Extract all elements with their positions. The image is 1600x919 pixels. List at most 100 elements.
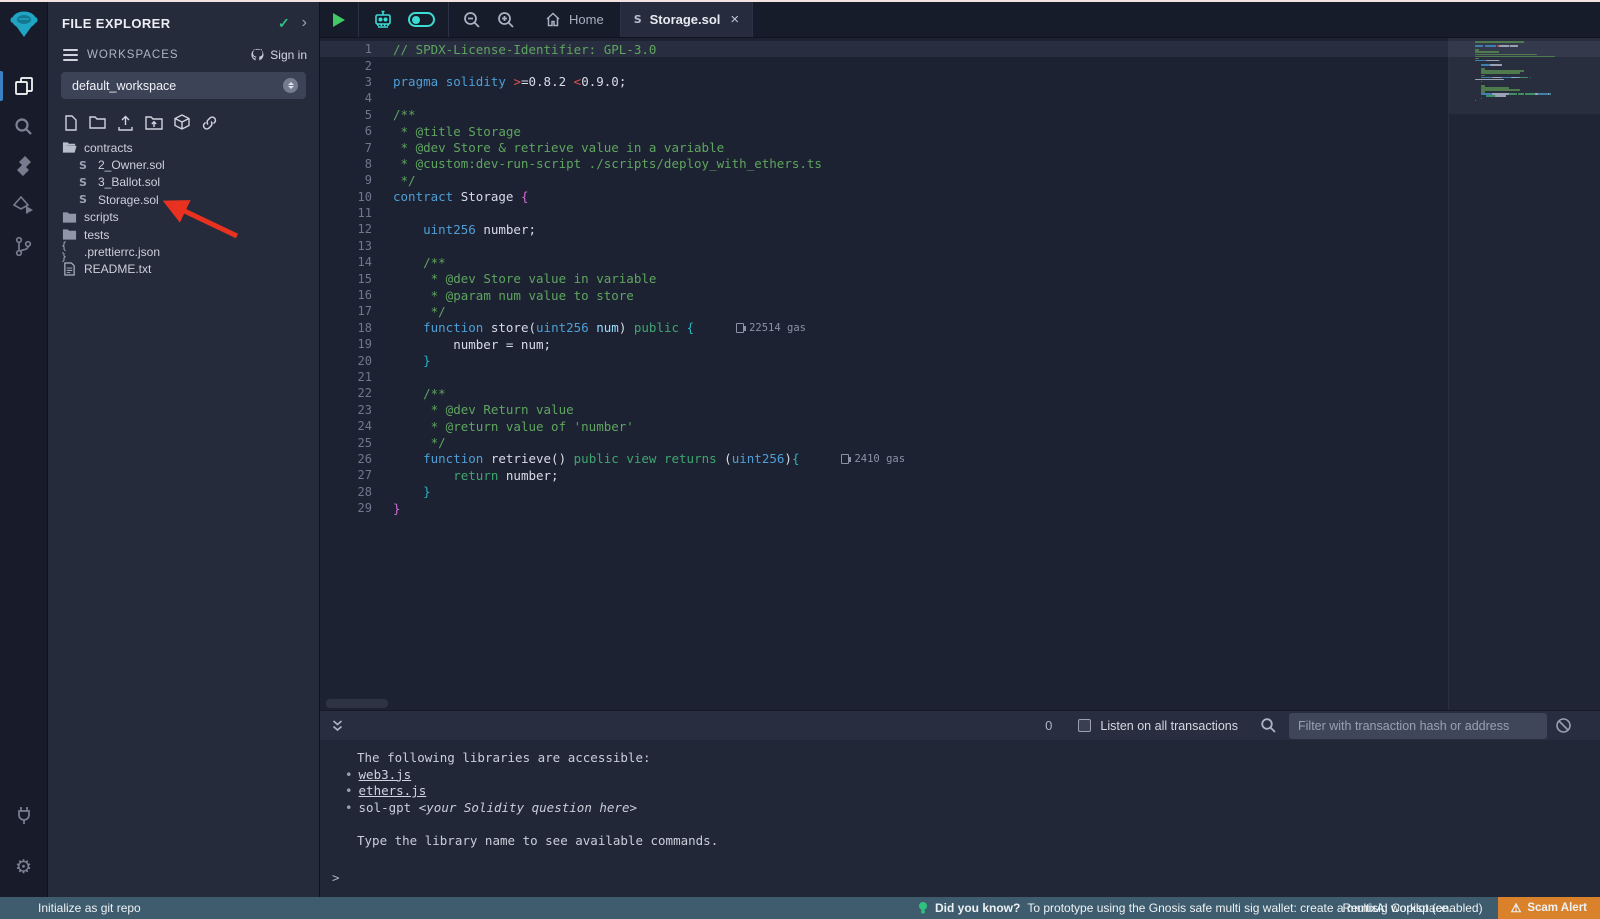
code-line[interactable]: 12 uint256 number; <box>320 221 1600 237</box>
tree-item[interactable]: contracts <box>48 139 319 156</box>
file-explorer-panel: FILE EXPLORER ✓ › WORKSPACES Sign in def… <box>48 2 320 897</box>
sidebar-item-file-explorer[interactable] <box>0 66 48 106</box>
terminal-line: •sol-gpt <your Solidity question here> <box>320 800 1600 817</box>
terminal-prompt[interactable]: > <box>332 870 340 885</box>
tree-item[interactable]: S2_Owner.sol <box>48 156 319 173</box>
scam-alert-button[interactable]: ⚠ Scam Alert <box>1498 897 1600 919</box>
line-number: 1 <box>320 42 372 56</box>
workspaces-menu-icon[interactable] <box>63 49 78 61</box>
code-line[interactable]: 18 function store(uint256 num) public {2… <box>320 320 1600 336</box>
code-line[interactable]: 6 * @title Storage <box>320 123 1600 139</box>
line-number: 2 <box>320 59 372 73</box>
tree-item-label: Storage.sol <box>98 193 159 207</box>
line-number: 26 <box>320 452 372 466</box>
code-line[interactable]: 15 * @dev Store value in variable <box>320 270 1600 286</box>
new-file-icon[interactable] <box>63 115 78 131</box>
tree-item[interactable]: scripts <box>48 209 319 226</box>
code-line[interactable]: 1// SPDX-License-Identifier: GPL-3.0 <box>320 41 1600 57</box>
code-line[interactable]: 29} <box>320 500 1600 516</box>
publish-cube-icon[interactable] <box>174 114 190 131</box>
zoom-in-icon[interactable] <box>496 10 516 30</box>
warning-icon: ⚠ <box>1511 901 1522 915</box>
tip-text: To prototype using the Gnosis safe multi… <box>1027 901 1451 915</box>
tree-item[interactable]: S3_Ballot.sol <box>48 174 319 191</box>
remix-logo[interactable] <box>9 9 39 44</box>
code-line[interactable]: 26 function retrieve() public view retur… <box>320 451 1600 467</box>
tree-item[interactable]: { }.prettierrc.json <box>48 243 319 260</box>
code-line[interactable]: 3pragma solidity >=0.8.2 <0.9.0; <box>320 74 1600 90</box>
terminal[interactable]: The following libraries are accessible:•… <box>320 740 1600 897</box>
minimap[interactable] <box>1475 41 1593 102</box>
sidebar-item-settings[interactable]: ⚙ <box>0 847 48 887</box>
tree-item[interactable]: SStorage.sol <box>48 191 319 208</box>
remix-ide-window: ⚙ FILE EXPLORER ✓ › WORKSPACES Sign in <box>0 0 1600 919</box>
code-line[interactable]: 8 * @custom:dev-run-script ./scripts/dep… <box>320 156 1600 172</box>
upload-folder-icon[interactable] <box>145 115 163 131</box>
new-folder-icon[interactable] <box>89 115 106 130</box>
code-line[interactable]: 28 } <box>320 484 1600 500</box>
tab-storage-sol[interactable]: S Storage.sol × <box>621 2 753 37</box>
clear-console-icon[interactable] <box>1555 717 1572 734</box>
code-line[interactable]: 19 number = num; <box>320 336 1600 352</box>
code-line[interactable]: 21 <box>320 369 1600 385</box>
tree-item[interactable]: README.txt <box>48 261 319 278</box>
upload-file-icon[interactable] <box>117 115 134 131</box>
code-line[interactable]: 24 * @return value of 'number' <box>320 418 1600 434</box>
file-icon <box>61 262 77 276</box>
line-number: 20 <box>320 354 372 368</box>
code-line[interactable]: 10contract Storage { <box>320 189 1600 205</box>
code-line[interactable]: 9 */ <box>320 172 1600 188</box>
code-line[interactable]: 22 /** <box>320 385 1600 401</box>
filter-input[interactable] <box>1298 719 1538 733</box>
code-line[interactable]: 7 * @dev Store & retrieve value in a var… <box>320 139 1600 155</box>
gas-estimate: 2410 gas <box>841 453 905 465</box>
code-line[interactable]: 5/** <box>320 107 1600 123</box>
terminal-line: •ethers.js <box>320 783 1600 800</box>
terminal-output: The following libraries are accessible:•… <box>320 750 1600 850</box>
sidebar-item-plugin-manager[interactable] <box>0 795 48 835</box>
github-icon <box>250 48 265 62</box>
terminal-link[interactable]: web3.js <box>359 767 412 782</box>
sidebar-item-solidity-compiler[interactable] <box>0 146 48 186</box>
status-bar: Initialize as git repo Did you know? To … <box>0 897 1600 919</box>
folder-open-icon <box>61 141 77 154</box>
solidity-icon: S <box>75 159 91 172</box>
code-line[interactable]: 4 <box>320 90 1600 106</box>
code-line[interactable]: 13 <box>320 238 1600 254</box>
terminal-link[interactable]: ethers.js <box>359 783 427 798</box>
tab-home[interactable]: Home <box>529 2 620 37</box>
listen-checkbox[interactable] <box>1078 719 1091 732</box>
code-line[interactable]: 20 } <box>320 352 1600 368</box>
run-script-button[interactable] <box>333 13 345 27</box>
code-line[interactable]: 2 <box>320 57 1600 73</box>
code-line[interactable]: 25 */ <box>320 434 1600 450</box>
git-init-button[interactable]: Initialize as git repo <box>38 901 141 915</box>
code-line[interactable]: 16 * @param num value to store <box>320 287 1600 303</box>
code-line[interactable]: 17 */ <box>320 303 1600 319</box>
code-line[interactable]: 14 /** <box>320 254 1600 270</box>
sidebar-item-git[interactable] <box>0 226 48 266</box>
code-line[interactable]: 23 * @dev Return value <box>320 402 1600 418</box>
copilot-toggle[interactable] <box>408 12 435 27</box>
sign-in-label: Sign in <box>270 48 307 62</box>
code-editor[interactable]: 1// SPDX-License-Identifier: GPL-3.0 23pr… <box>320 38 1600 710</box>
tree-item[interactable]: tests <box>48 226 319 243</box>
chevron-right-icon[interactable]: › <box>302 14 307 32</box>
code-line[interactable]: 11 <box>320 205 1600 221</box>
line-number: 22 <box>320 386 372 400</box>
sign-in-button[interactable]: Sign in <box>250 48 307 62</box>
line-number: 8 <box>320 157 372 171</box>
sidebar-item-search[interactable] <box>0 106 48 146</box>
terminal-collapse-button[interactable] <box>331 719 344 733</box>
ai-copilot-robot-icon[interactable] <box>372 8 394 31</box>
horizontal-scrollbar[interactable] <box>326 699 388 708</box>
close-tab-icon[interactable]: × <box>730 11 739 28</box>
code-line[interactable]: 27 return number; <box>320 467 1600 483</box>
link-icon[interactable] <box>201 115 218 131</box>
sidebar-item-deploy-and-run[interactable] <box>0 186 48 226</box>
listen-label[interactable]: Listen on all transactions <box>1100 719 1238 733</box>
minimap-zone[interactable] <box>1448 38 1600 710</box>
workspace-select[interactable]: default_workspace <box>61 72 306 99</box>
zoom-out-icon[interactable] <box>462 10 482 30</box>
terminal-toolbar: 0 Listen on all transactions <box>320 710 1600 740</box>
